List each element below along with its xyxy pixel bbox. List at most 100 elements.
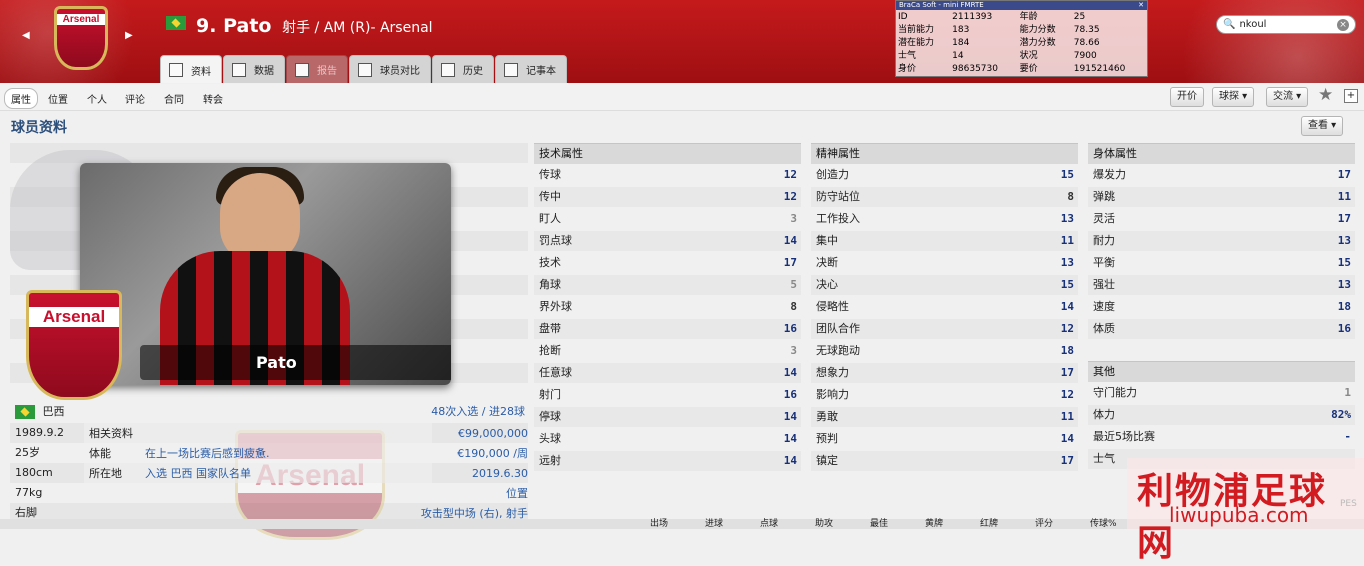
attribute-value: 14 — [783, 454, 797, 467]
stat-column-header[interactable]: 出场 — [650, 519, 668, 529]
star-icon[interactable]: ★ — [1318, 85, 1333, 105]
attribute-label: 强壮 — [1093, 278, 1115, 291]
attribute-value: 17 — [783, 256, 797, 269]
mental-attribute-row: 团队合作 12 — [811, 319, 1078, 339]
subnav-personal[interactable]: 个人 — [87, 91, 107, 106]
technical-attribute-row: 传球 12 — [534, 165, 801, 185]
tab-profile[interactable]: 资料 — [160, 55, 222, 83]
stat-column-header[interactable]: 红牌 — [980, 519, 998, 529]
tab-stats[interactable]: 数据 — [223, 55, 285, 83]
subnav-transfer[interactable]: 转会 — [203, 91, 223, 106]
player-wage[interactable]: €190,000 /周 — [457, 444, 528, 464]
mini-fmrte-titlebar[interactable]: BraCa Soft - mini FMRTE ✕ — [896, 1, 1147, 10]
attribute-value: 14 — [783, 234, 797, 247]
technical-attribute-row: 抢断 3 — [534, 341, 801, 361]
attribute-value: 16 — [783, 322, 797, 335]
fitness-text[interactable]: 在上一场比赛后感到疲惫. — [145, 444, 270, 464]
attribute-label: 停球 — [539, 410, 561, 423]
attribute-label: 创造力 — [816, 168, 849, 181]
attribute-label: 弹跳 — [1093, 190, 1115, 203]
player-value[interactable]: €99,000,000 — [458, 424, 528, 444]
profile-icon — [169, 63, 183, 77]
attribute-value: 13 — [1337, 234, 1351, 247]
tab-bar: 资料 数据 报告 球员对比 历史 记事本 — [160, 55, 568, 83]
page-title: 球员资料 — [11, 120, 67, 136]
subnav-contract[interactable]: 合同 — [164, 91, 184, 106]
triangle-left-icon[interactable]: ◀ — [22, 30, 30, 41]
mental-attribute-row: 勇敢 11 — [811, 407, 1078, 427]
mental-attribute-row: 工作投入 13 — [811, 209, 1078, 229]
attribute-value: 17 — [1060, 366, 1074, 379]
mental-attribute-row: 决断 13 — [811, 253, 1078, 273]
compare-icon — [358, 62, 372, 77]
physical-attribute-row: 爆发力 17 — [1088, 165, 1355, 185]
offer-button[interactable]: 开价 — [1170, 87, 1204, 107]
attribute-value: 15 — [1060, 168, 1074, 181]
stat-column-header[interactable]: 评分 — [1035, 519, 1053, 529]
player-name: Pato — [223, 15, 272, 37]
technical-attribute-row: 任意球 14 — [534, 363, 801, 383]
attribute-value: 11 — [1337, 190, 1351, 203]
attribute-value: 14 — [1060, 432, 1074, 445]
scout-button[interactable]: 球探 ▾ — [1212, 87, 1255, 107]
stat-column-header[interactable]: 助攻 — [815, 519, 833, 529]
subnav-attributes[interactable]: 属性 — [4, 88, 38, 109]
attribute-label: 镇定 — [816, 454, 838, 467]
history-icon — [441, 62, 455, 77]
site-watermark: 利物浦足球网 liwupuba.com — [1127, 458, 1364, 564]
bar-chart-icon — [232, 62, 246, 77]
attribute-value: 8 — [1067, 190, 1074, 203]
position-label[interactable]: 位置 — [506, 484, 528, 504]
attribute-label: 射门 — [539, 388, 561, 401]
stat-column-header[interactable]: 进球 — [705, 519, 723, 529]
tab-history[interactable]: 历史 — [432, 55, 494, 83]
contract-expiry[interactable]: 2019.6.30 — [472, 464, 528, 484]
interact-button[interactable]: 交流 ▾ — [1266, 87, 1309, 107]
attribute-value: 15 — [1337, 256, 1351, 269]
attribute-label: 勇敢 — [816, 410, 838, 423]
mental-attribute-row: 集中 11 — [811, 231, 1078, 251]
stat-column-header[interactable]: 黄牌 — [925, 519, 943, 529]
attribute-value: 16 — [1337, 322, 1351, 335]
attribute-value: 13 — [1060, 256, 1074, 269]
attribute-label: 决断 — [816, 256, 838, 269]
subnav-positions[interactable]: 位置 — [48, 91, 68, 106]
tab-notepad[interactable]: 记事本 — [495, 55, 567, 83]
attribute-label: 体质 — [1093, 322, 1115, 335]
clear-search-icon[interactable]: × — [1337, 18, 1349, 31]
caps-link[interactable]: 48次入选 / 进28球 — [431, 402, 525, 422]
triangle-right-icon[interactable]: ▶ — [125, 30, 133, 41]
attribute-label: 集中 — [816, 234, 838, 247]
mental-attribute-row: 防守站位 8 — [811, 187, 1078, 207]
attribute-value: 12 — [1060, 388, 1074, 401]
mini-fmrte-panel: BraCa Soft - mini FMRTE ✕ ID 2111393 年龄 25 当… — [895, 0, 1148, 77]
stat-column-header[interactable]: 点球 — [760, 519, 778, 529]
technical-attribute-row: 停球 14 — [534, 407, 801, 427]
location-label: 所在地 — [89, 467, 122, 480]
physical-attribute-row: 平衡 15 — [1088, 253, 1355, 273]
attribute-value: 8 — [790, 300, 797, 313]
stat-column-header[interactable]: 传球% — [1090, 519, 1117, 529]
physical-attribute-row: 速度 18 — [1088, 297, 1355, 317]
sub-navigation: 属性 位置 个人 评论 合同 转会 开价 球探 ▾ 交流 ▾ ★ + — [0, 84, 1364, 111]
other-attribute-row: 体力 82% — [1088, 405, 1355, 425]
location-text[interactable]: 入选 巴西 国家队名单 — [145, 464, 251, 484]
position-club: 射手 / AM (R)- Arsenal — [282, 20, 433, 36]
search-input[interactable]: 🔍 nkoul × — [1216, 15, 1356, 34]
physical-attribute-row: 体质 16 — [1088, 319, 1355, 339]
attribute-label: 界外球 — [539, 300, 572, 313]
player-photo: Pato — [80, 163, 451, 385]
subnav-comments[interactable]: 评论 — [125, 91, 145, 106]
attribute-label: 盯人 — [539, 212, 561, 225]
add-note-icon[interactable]: + — [1344, 89, 1358, 103]
close-icon[interactable]: ✕ — [1138, 1, 1144, 10]
attribute-label: 耐力 — [1093, 234, 1115, 247]
attribute-label: 侵略性 — [816, 300, 849, 313]
dob: 1989.9.2 — [15, 426, 64, 439]
attribute-label: 预判 — [816, 432, 838, 445]
tab-report[interactable]: 报告 — [286, 55, 348, 83]
stat-column-header[interactable]: 最佳 — [870, 519, 888, 529]
physical-header: 身体属性 — [1088, 143, 1355, 164]
view-button[interactable]: 查看 ▾ — [1301, 116, 1344, 136]
tab-compare[interactable]: 球员对比 — [349, 55, 431, 83]
